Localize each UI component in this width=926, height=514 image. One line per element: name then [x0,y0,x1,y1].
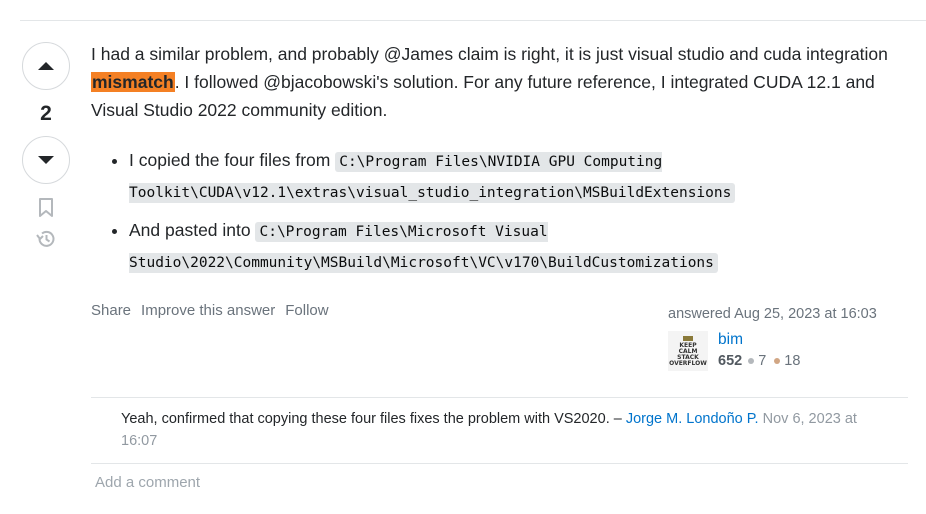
share-link[interactable]: Share [91,302,131,319]
caret-down-icon [38,156,54,164]
user-details: bim 652 7 18 [718,331,808,371]
comments-list: Yeah, confirmed that copying these four … [91,397,908,464]
user-signature: answered Aug 25, 2023 at 16:03 KEEP CALM… [668,306,898,371]
answered-timestamp[interactable]: answered Aug 25, 2023 at 16:03 [668,306,898,322]
answer-intro: I had a similar problem, and probably @J… [91,44,888,120]
post-menu: Share Improve this answer Follow [91,302,329,319]
follow-link[interactable]: Follow [285,302,328,319]
list-item: And pasted into C:\Program Files\Microso… [129,216,891,278]
crown-icon [683,335,693,341]
history-icon[interactable] [35,228,57,250]
vote-count: 2 [40,102,52,125]
vote-cell: 2 [20,42,72,250]
bookmark-icon[interactable] [38,198,54,218]
silver-badge-icon [748,358,755,364]
silver-badge-count: 7 [758,353,767,369]
comment-user-link[interactable]: Jorge M. Londoño P. [626,411,759,427]
user-stats: 652 7 18 [718,353,808,369]
add-comment-link[interactable]: Add a comment [95,474,200,491]
reputation-score: 652 [718,353,743,369]
avatar[interactable]: KEEP CALM STACK OVERFLOW [668,331,708,371]
comment: Yeah, confirmed that copying these four … [91,398,908,464]
user-name-link[interactable]: bim [718,331,808,349]
list-item: I copied the four files from C:\Program … [129,146,891,208]
search-highlight: mismatch [91,72,175,92]
answer-body: I had a similar problem, and probably @J… [91,40,891,286]
bronze-badge-count: 18 [784,353,801,369]
comment-text: Yeah, confirmed that copying these four … [121,411,626,427]
improve-answer-link[interactable]: Improve this answer [141,302,275,319]
upvote-button[interactable] [22,42,70,90]
top-divider [20,20,926,21]
bronze-badge-icon [774,358,781,364]
steps-list: I copied the four files from C:\Program … [91,146,891,278]
downvote-button[interactable] [22,136,70,184]
caret-up-icon [38,62,54,70]
user-card: KEEP CALM STACK OVERFLOW bim 652 7 18 [668,331,898,371]
